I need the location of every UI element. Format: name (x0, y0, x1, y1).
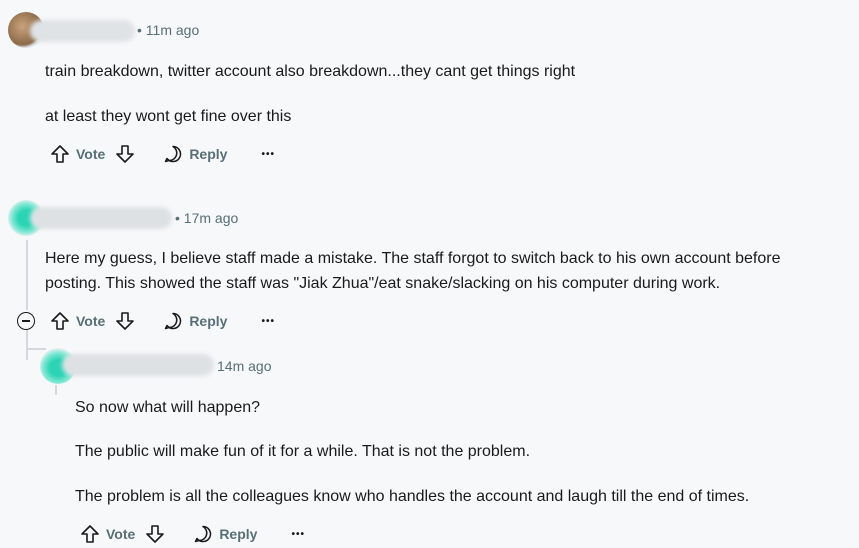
vote-label: Vote (76, 146, 106, 162)
downvote-icon (116, 312, 135, 330)
reply-label: Reply (219, 526, 258, 542)
comment-paragraph: Here my guess, I believe staff made a mi… (45, 250, 781, 267)
reply-button[interactable]: Reply (163, 144, 227, 164)
upvote-icon (51, 312, 69, 330)
reply-button[interactable]: Reply (163, 311, 227, 331)
upvote-icon (81, 525, 99, 543)
reply-label: Reply (189, 313, 228, 329)
comment-paragraph: The public will make fun of it for a whi… (75, 443, 531, 460)
more-options-icon: ••• (261, 148, 275, 160)
more-options-icon: ••• (261, 315, 275, 327)
vote-label: Vote (106, 526, 136, 542)
comment-3-reply: 14m ago So now what will happen? The pub… (0, 340, 859, 546)
comment-1: • 11m ago train breakdown, twitter accou… (0, 0, 859, 180)
upvote-button[interactable]: Vote (50, 144, 105, 164)
username-redacted[interactable] (30, 207, 172, 229)
comment-paragraph: The problem is all the colleagues know w… (75, 488, 750, 505)
more-options-icon: ••• (291, 528, 305, 540)
comment-paragraph: at least they wont get fine over this (45, 108, 292, 125)
upvote-button[interactable]: Vote (50, 311, 105, 331)
collapse-thread-icon (22, 320, 30, 322)
downvote-button[interactable] (115, 144, 135, 164)
upvote-icon (51, 145, 69, 163)
timestamp: • 17m ago (175, 210, 239, 226)
timestamp: 14m ago (217, 358, 272, 374)
more-options-button[interactable]: ••• (291, 529, 305, 540)
reply-label: Reply (189, 146, 228, 162)
vote-label: Vote (76, 313, 106, 329)
comment-paragraph: So now what will happen? (75, 399, 261, 416)
comment-actions: Vote Reply ••• (50, 140, 275, 168)
username-redacted[interactable] (62, 354, 214, 376)
comment-actions: Vote Reply ••• (80, 520, 305, 548)
username-redacted[interactable] (30, 20, 135, 42)
collapse-thread-button[interactable] (17, 312, 35, 330)
comment-actions: Vote Reply ••• (50, 307, 275, 335)
reply-bubble-icon (165, 312, 182, 330)
downvote-button[interactable] (115, 311, 135, 331)
downvote-icon (146, 525, 165, 543)
comment-paragraph: train breakdown, twitter account also br… (45, 63, 576, 80)
downvote-button[interactable] (145, 524, 165, 544)
more-options-button[interactable]: ••• (261, 316, 275, 327)
more-options-button[interactable]: ••• (261, 149, 275, 160)
reply-button[interactable]: Reply (193, 524, 257, 544)
upvote-button[interactable]: Vote (80, 524, 135, 544)
downvote-icon (116, 145, 135, 163)
comment-paragraph: posting. This showed the staff was "Jiak… (45, 275, 721, 292)
reply-bubble-icon (195, 525, 212, 543)
timestamp: • 11m ago (137, 22, 200, 38)
reply-bubble-icon (165, 145, 182, 163)
